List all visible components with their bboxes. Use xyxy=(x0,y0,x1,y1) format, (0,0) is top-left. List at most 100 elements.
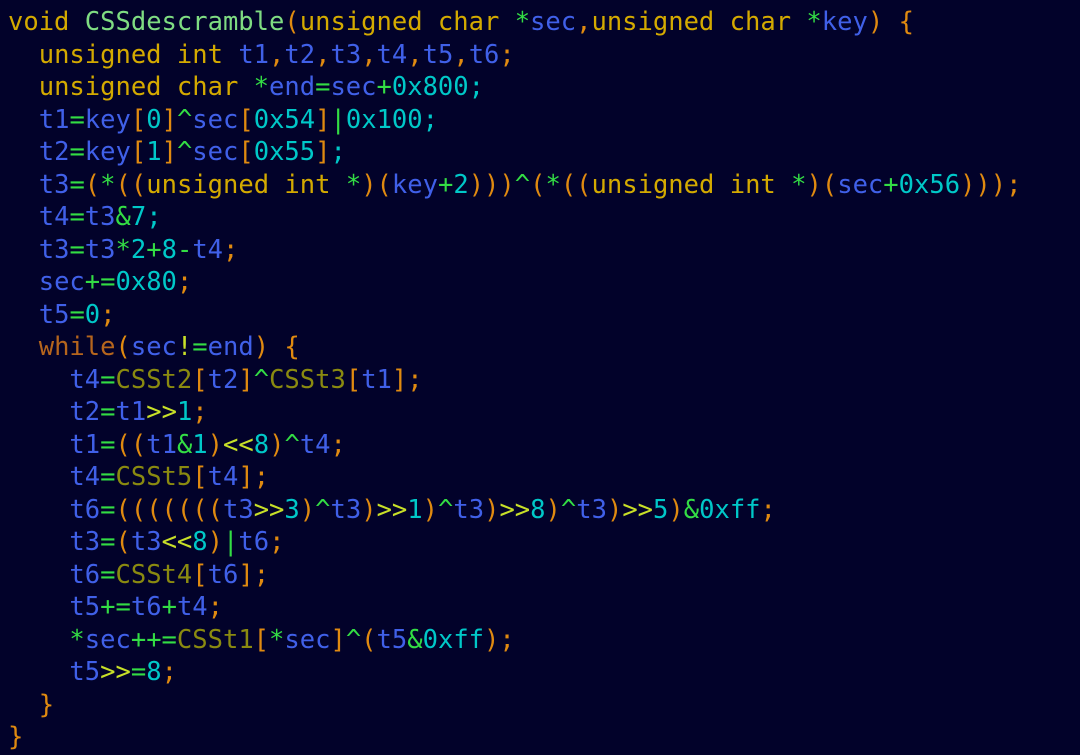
code-token: = xyxy=(315,72,331,102)
code-token: CSSt2 xyxy=(115,364,193,395)
code-line[interactable]: t4=CSSt2[t2]^CSSt3[t1]; xyxy=(8,364,1080,397)
code-token: t5 xyxy=(422,39,454,70)
code-token: t3 xyxy=(38,234,70,265)
code-token: , xyxy=(269,39,285,70)
code-line[interactable]: unsigned char *end=sec+0x800; xyxy=(8,71,1080,104)
code-token: CSSt4 xyxy=(115,559,193,590)
code-line[interactable]: t1=((t1&1)<<8)^t4; xyxy=(8,429,1080,462)
code-token: ( xyxy=(84,169,101,200)
code-line[interactable]: t3=(*((unsigned int *)(key+2)))^(*((unsi… xyxy=(8,169,1080,202)
code-token: ) xyxy=(253,332,270,362)
code-token: sec xyxy=(38,267,85,297)
code-token: t1 xyxy=(146,429,177,460)
code-token: ) xyxy=(207,429,224,460)
code-token: , xyxy=(315,39,331,70)
code-token: sec xyxy=(837,169,884,200)
code-token: ; xyxy=(223,234,239,265)
code-line[interactable]: } xyxy=(8,689,1080,722)
code-token: << xyxy=(223,429,254,460)
code-token: t4 xyxy=(69,364,101,395)
code-token: - xyxy=(176,234,193,265)
code-token: ; xyxy=(1006,169,1022,200)
code-line[interactable]: } xyxy=(8,721,1080,754)
code-token: ; xyxy=(176,267,193,297)
code-token: + xyxy=(376,72,392,102)
code-line[interactable]: t6=CSSt4[t6]; xyxy=(8,559,1080,592)
code-token: += xyxy=(84,267,116,297)
code-token: = xyxy=(69,299,85,330)
code-line[interactable]: t5>>=8; xyxy=(8,656,1080,689)
code-token: t4 xyxy=(69,462,101,492)
code-line[interactable]: t4=t3&7; xyxy=(8,201,1080,234)
code-token: << xyxy=(161,527,193,557)
code-token: = xyxy=(100,364,116,395)
code-token: (( xyxy=(115,429,147,460)
code-token: unsigned char xyxy=(38,72,239,102)
code-token: [ xyxy=(345,364,362,395)
code-token: sec xyxy=(192,104,239,135)
code-token: 8 xyxy=(161,234,177,265)
code-token: [ xyxy=(130,104,147,135)
code-token: ) xyxy=(299,494,316,525)
code-line[interactable]: t4=CSSt5[t4]; xyxy=(8,461,1080,494)
code-token: t6 xyxy=(69,559,101,590)
code-line[interactable]: t1=key[0]^sec[0x54]|0x100; xyxy=(8,104,1080,137)
code-line[interactable]: t2=t1>>1; xyxy=(8,396,1080,429)
code-line[interactable]: t2=key[1]^sec[0x55]; xyxy=(8,136,1080,169)
code-line[interactable]: *sec++=CSSt1[*sec]^(t5&0xff); xyxy=(8,624,1080,657)
code-token: = xyxy=(69,104,85,135)
code-line[interactable]: t6=(((((((t3>>3)^t3)>>1)^t3)>>8)^t3)>>5)… xyxy=(8,494,1080,527)
code-token: t6 xyxy=(69,494,101,525)
code-token: ++= xyxy=(130,624,177,655)
code-token: CSSt3 xyxy=(269,364,346,395)
code-token: , xyxy=(407,39,423,70)
code-token: ) xyxy=(484,494,500,525)
code-token: [ xyxy=(192,364,208,395)
code-token: ( xyxy=(530,169,546,200)
code-line[interactable]: void CSSdescramble(unsigned char *sec,un… xyxy=(8,6,1080,39)
code-token: 5 xyxy=(653,494,669,525)
code-token: >> xyxy=(253,494,285,525)
code-editor[interactable]: void CSSdescramble(unsigned char *sec,un… xyxy=(0,0,1080,755)
code-token: ) xyxy=(606,494,623,525)
code-line[interactable]: t3=(t3<<8)|t6; xyxy=(8,526,1080,559)
code-token: ) xyxy=(422,494,438,525)
code-token: } xyxy=(8,722,24,752)
code-token: = xyxy=(69,202,85,232)
code-token: t2 xyxy=(284,39,316,70)
code-token: ; xyxy=(407,364,423,395)
code-line[interactable]: while(sec!=end) { xyxy=(8,331,1080,364)
code-token: ; xyxy=(499,39,515,70)
code-token: 0x800 xyxy=(391,72,469,102)
code-token: ) xyxy=(207,527,224,557)
code-line[interactable]: unsigned int t1,t2,t3,t4,t5,t6; xyxy=(8,39,1080,72)
code-token: t2 xyxy=(207,364,239,395)
code-token: >> xyxy=(376,494,408,525)
code-token: * xyxy=(806,7,822,37)
code-line[interactable]: t5=0; xyxy=(8,299,1080,332)
code-token: ) xyxy=(484,624,500,655)
code-token: ( xyxy=(361,624,377,655)
code-line[interactable]: t5+=t6+t4; xyxy=(8,591,1080,624)
code-token: * xyxy=(345,169,362,200)
code-token: t5 xyxy=(376,624,408,655)
code-token: [ xyxy=(192,462,208,492)
code-token: ; xyxy=(422,104,438,135)
code-line[interactable]: t3=t3*2+8-t4; xyxy=(8,234,1080,267)
code-token: ; xyxy=(330,429,346,460)
code-token: t2 xyxy=(38,137,70,167)
code-token: ; xyxy=(207,592,224,622)
code-token: unsigned int xyxy=(38,39,223,70)
code-line[interactable]: sec+=0x80; xyxy=(8,266,1080,299)
code-token: t1 xyxy=(361,364,392,395)
code-token: >> xyxy=(622,494,654,525)
code-token: 0 xyxy=(84,299,101,330)
code-token: ; xyxy=(253,559,270,590)
